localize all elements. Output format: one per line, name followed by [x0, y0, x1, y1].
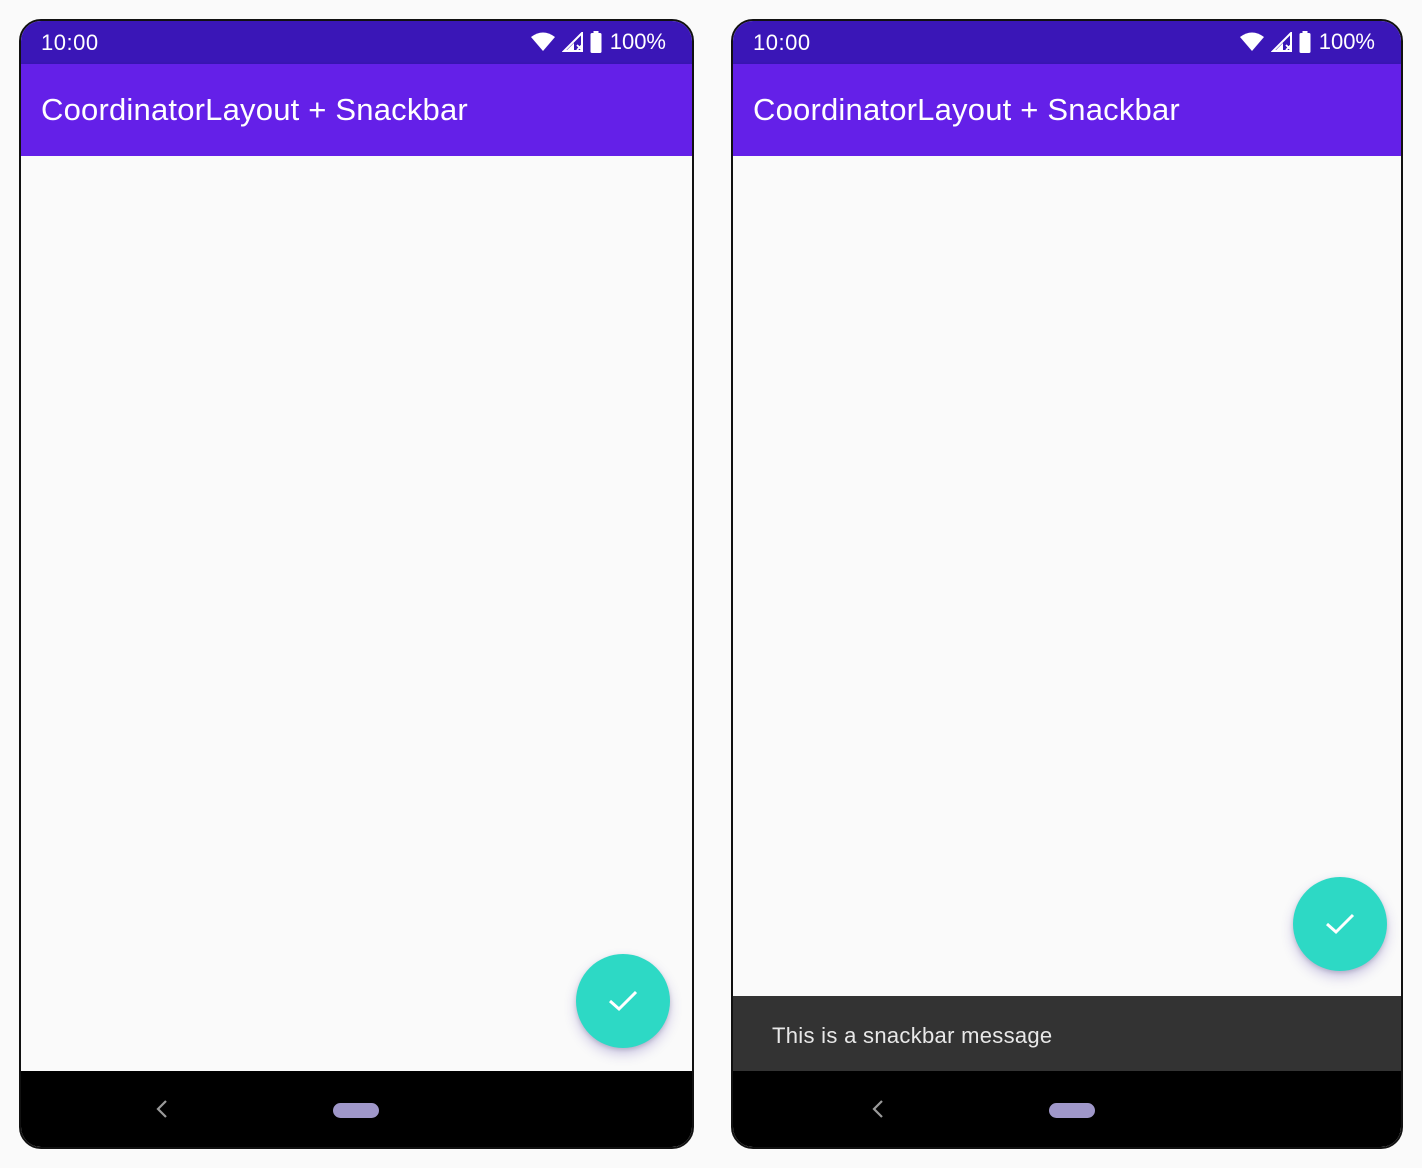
phone-screen-after: 10:00 100% CoordinatorLayout + Snackbar [731, 19, 1403, 1149]
app-bar: CoordinatorLayout + Snackbar [21, 64, 692, 156]
app-title: CoordinatorLayout + Snackbar [753, 92, 1180, 127]
status-time: 10:00 [753, 30, 811, 55]
battery-percent: 100% [1318, 29, 1375, 54]
snackbar: This is a snackbar message [733, 996, 1401, 1074]
phone-screen-before: 10:00 100% CoordinatorLayout + Snackbar [19, 19, 694, 1149]
app-bar: CoordinatorLayout + Snackbar [733, 64, 1401, 156]
wifi-icon [530, 32, 555, 51]
signal-icon [561, 32, 583, 52]
screenshot-stage: 10:00 100% CoordinatorLayout + Snackbar [0, 0, 1422, 1168]
home-pill-icon[interactable] [1049, 1103, 1095, 1118]
status-icons: 100% [1239, 29, 1375, 55]
fab-button[interactable] [1293, 877, 1387, 971]
app-title: CoordinatorLayout + Snackbar [41, 92, 468, 127]
back-chevron-icon[interactable] [871, 1099, 885, 1119]
check-icon [1326, 913, 1355, 935]
home-pill-icon[interactable] [333, 1103, 379, 1118]
status-bar: 10:00 100% [21, 21, 692, 64]
battery-icon [1299, 31, 1311, 53]
navigation-bar [733, 1071, 1401, 1147]
navigation-bar [21, 1071, 692, 1147]
fab-button[interactable] [576, 954, 670, 1048]
snackbar-message: This is a snackbar message [772, 1023, 1053, 1048]
status-icons: 100% [530, 29, 666, 55]
wifi-icon [1239, 32, 1264, 51]
check-icon [609, 990, 638, 1012]
status-bar: 10:00 100% [733, 21, 1401, 64]
content-area [21, 156, 692, 1071]
battery-icon [590, 31, 602, 53]
signal-icon [1270, 32, 1292, 52]
back-chevron-icon[interactable] [155, 1099, 169, 1119]
battery-percent: 100% [609, 29, 666, 54]
status-time: 10:00 [41, 30, 99, 55]
